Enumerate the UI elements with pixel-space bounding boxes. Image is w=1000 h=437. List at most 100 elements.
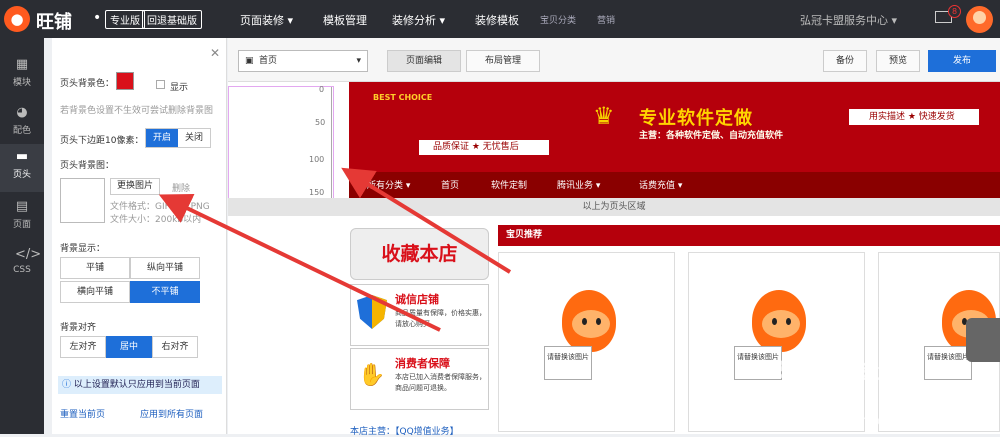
backup-button[interactable]: 备份: [823, 50, 867, 72]
logo-icon: ●: [4, 6, 30, 32]
align-center[interactable]: 居中: [106, 336, 152, 358]
banner-nav-item[interactable]: 首页: [441, 178, 459, 191]
floating-tool-button[interactable]: [966, 318, 1000, 362]
display-tile-vertical[interactable]: 纵向平铺: [130, 257, 200, 279]
publish-button[interactable]: 发布: [928, 50, 996, 72]
rail-item-modules[interactable]: ▦ 模块: [0, 52, 44, 100]
ruler-tick: 150: [309, 188, 325, 197]
align-label: 背景对齐: [60, 323, 97, 333]
rail-item-colors[interactable]: ◕ 配色: [0, 100, 44, 148]
hands-icon: ✋: [358, 363, 386, 388]
banner-nav-item[interactable]: 话费充值 ▾: [639, 178, 682, 191]
watermark: Baidu 经验: [770, 356, 904, 384]
align-left[interactable]: 左对齐: [60, 336, 106, 358]
top-bar: ● 旺铺 • 专业版 回退基础版 页面装修 ▾ 模板管理 装修分析 ▾ 装修模板…: [0, 0, 1000, 38]
apply-all-link[interactable]: 应用到所有页面: [140, 407, 203, 420]
edition-badge: 专业版: [105, 10, 145, 29]
page-icon: ▣: [245, 56, 254, 66]
apply-notice: ⓘ 以上设置默认只应用到当前页面: [58, 376, 222, 394]
banner-nav-item[interactable]: 软件定制: [491, 178, 527, 191]
header-area-label: 以上为页头区域: [228, 198, 1000, 216]
mail-count-badge: 8: [948, 5, 961, 18]
toggle-on-button[interactable]: 开启: [146, 129, 178, 147]
nav-template-manage[interactable]: 模板管理: [323, 12, 367, 28]
nav-item-category[interactable]: 宝贝分类: [540, 13, 576, 26]
banner-tag-left: 品质保证 ★ 无忧售后: [419, 140, 549, 155]
banner-subtitle: 主营：各种软件定做、自动充值软件: [639, 131, 784, 141]
crown-icon: ♛: [593, 102, 615, 130]
reset-page-link[interactable]: 重置当前页: [60, 407, 105, 420]
tab-layout-manage[interactable]: 布局管理: [466, 50, 540, 72]
header-settings-panel: ✕ 页头背景色： 显示 若背景色设置不生效可尝试删除背景图 页头下边距10像素：…: [52, 38, 227, 434]
info-icon: ⓘ: [62, 380, 72, 390]
ruler-tick: 50: [315, 118, 326, 127]
preview-button[interactable]: 预览: [876, 50, 920, 72]
promo-desc: 本店已加入消费者保障服务，商品问题可退换。: [395, 373, 486, 392]
product-card[interactable]: 请替换该图片: [498, 252, 675, 432]
page-select[interactable]: ▣ 首页 ▾: [238, 50, 368, 72]
display-tile-horizontal[interactable]: 横向平铺: [60, 281, 130, 303]
page-icon: ▤: [15, 199, 29, 214]
promo-desc: 商品质量有保障，价格实惠，请放心购买。: [395, 309, 486, 328]
show-checkbox[interactable]: [156, 80, 165, 89]
shop-banner[interactable]: BEST CHOICE ♛ 专业软件定做 主营：各种软件定做、自动充值软件 品质…: [349, 82, 1000, 172]
rail-item-page[interactable]: ▤ 页面: [0, 194, 44, 242]
placeholder-sign: 请替换该图片: [924, 346, 972, 380]
nav-marketing[interactable]: 营销: [597, 13, 615, 26]
file-size-text: 文件大小：200kb以内: [110, 215, 202, 225]
align-right[interactable]: 右对齐: [152, 336, 198, 358]
mascot-placeholder-image: 请替换该图片: [544, 288, 624, 386]
chevron-down-icon: ▾: [356, 56, 361, 66]
toggle-off-button[interactable]: 关闭: [178, 129, 210, 147]
file-format-text: 文件格式：GIF,JPG,PNG: [110, 202, 210, 212]
left-rail: ▦ 模块 ◕ 配色 ▬ 页头 ▤ 页面 </> CSS: [0, 38, 44, 434]
margin-toggle: 开启 关闭: [145, 128, 211, 148]
logo-dot: •: [93, 10, 102, 26]
bg-image-thumbnail: [60, 178, 105, 223]
margin-label: 页头下边距10像素：: [60, 136, 144, 146]
ruler-tick: 0: [319, 85, 325, 94]
banner-nav-item[interactable]: 腾讯业务 ▾: [557, 178, 600, 191]
change-image-button[interactable]: 更换图片: [110, 178, 160, 195]
recommend-title: 宝贝推荐: [498, 225, 1000, 246]
banner-small-text: BEST CHOICE: [373, 93, 433, 102]
banner-nav-item[interactable]: 所有分类 ▾: [367, 178, 410, 191]
code-icon: </>: [15, 247, 42, 262]
nav-decorate-template[interactable]: 装修模板: [475, 12, 519, 28]
banner-title: 专业软件定做: [639, 108, 753, 129]
header-icon: ▬: [15, 149, 29, 164]
promo-consumer-protect: ✋ 消费者保障 本店已加入消费者保障服务，商品问题可退换。: [350, 348, 489, 410]
placeholder-sign: 请替换该图片: [544, 346, 592, 380]
banner-nav: 所有分类 ▾ 首页 软件定制 腾讯业务 ▾ 话费充值 ▾: [349, 172, 1000, 198]
logo-text: 旺铺: [36, 12, 72, 33]
tab-page-edit[interactable]: 页面编辑: [387, 50, 461, 72]
shop-main-business: 本店主营：【QQ增值业务】: [350, 427, 459, 437]
ruler-tick: 100: [309, 155, 325, 164]
promo-title: 消费者保障: [395, 357, 450, 370]
avatar[interactable]: [966, 6, 993, 33]
ruler-line: [331, 87, 335, 201]
display-label: 背景显示：: [60, 244, 106, 254]
display-tile[interactable]: 平铺: [60, 257, 130, 279]
product-card[interactable]: 请替换该图片: [688, 252, 865, 432]
display-no-tile[interactable]: 不平铺: [130, 281, 200, 303]
bg-hint: 若背景色设置不生效可尝试删除背景图: [60, 106, 214, 116]
editor-toolbar: ▣ 首页 ▾ 页面编辑 布局管理 备份 预览 发布: [228, 38, 1000, 82]
delete-image-button[interactable]: 删除: [172, 181, 190, 194]
shop-center-menu[interactable]: 弘冠卡盟服务中心 ▾: [800, 12, 897, 28]
banner-tag-right: 用实描述 ★ 快速发货: [849, 109, 979, 125]
favorite-shop-button[interactable]: 收藏本店: [350, 228, 489, 280]
close-icon[interactable]: ✕: [210, 46, 220, 60]
nav-page-decorate[interactable]: 页面装修 ▾: [240, 12, 293, 28]
palette-icon: ◕: [16, 105, 28, 120]
bg-image-label: 页头背景图：: [60, 161, 115, 171]
bg-color-swatch[interactable]: [116, 72, 134, 90]
show-label: 显示: [170, 83, 189, 93]
shield-icon: [357, 295, 387, 329]
promo-trust-shop: 诚信店铺 商品质量有保障，价格实惠，请放心购买。: [350, 284, 489, 346]
rail-item-header[interactable]: ▬ 页头: [0, 144, 44, 192]
bg-color-label: 页头背景色：: [60, 79, 115, 89]
rail-item-css[interactable]: </> CSS: [0, 242, 44, 290]
rollback-basic-button[interactable]: 回退基础版: [142, 10, 202, 29]
nav-decorate-analysis[interactable]: 装修分析 ▾: [392, 12, 445, 28]
